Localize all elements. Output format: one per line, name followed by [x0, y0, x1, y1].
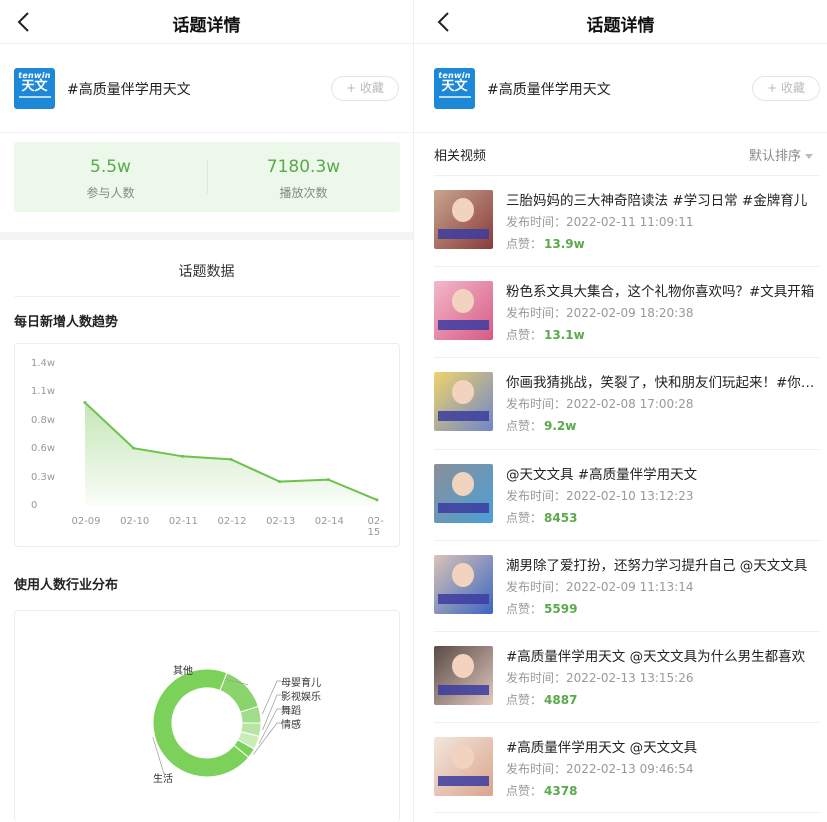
trend-title: 每日新增人数趋势	[14, 315, 119, 330]
trend-point	[229, 457, 233, 461]
stat-participants: 5.5w 参与人数	[86, 157, 135, 200]
video-thumbnail[interactable]	[434, 646, 493, 705]
video-title[interactable]: #高质量伴学用天文 @天文文具为什么男生都喜欢	[506, 645, 820, 665]
video-title[interactable]: 你画我猜挑战，笑裂了，快和朋友们玩起来！#你画我猜	[506, 371, 820, 391]
video-likes: 点赞： 5599	[506, 601, 578, 616]
video-publish-time: 发布时间：2022-02-09 18:20:38	[506, 306, 694, 321]
navbar: 话题详情	[0, 0, 413, 44]
page-title: 话题详情	[586, 16, 655, 36]
related-title: 相关视频	[434, 149, 487, 164]
topic-name: #高质量伴学用天文	[487, 82, 611, 98]
stat-plays: 7180.3w 播放次数	[266, 157, 341, 200]
stats-panel: 5.5w 参与人数 7180.3w 播放次数	[14, 142, 400, 212]
trend-point	[132, 446, 136, 450]
video-item[interactable]: #高质量伴学用天文 @天文文具为什么男生都喜欢发布时间：2022-02-13 1…	[434, 631, 820, 722]
pie-label: 舞蹈	[281, 706, 301, 717]
y-tick-label: 1.4w	[31, 358, 56, 369]
pie-slice	[219, 672, 259, 713]
video-item[interactable]: 你画我猜挑战，笑裂了，快和朋友们玩起来！#你画我猜发布时间：2022-02-08…	[434, 357, 820, 448]
video-title[interactable]: 潮男除了爱打扮，还努力学习提升自己 @天文文具	[506, 554, 820, 574]
pie-label: 母婴育儿	[281, 678, 321, 689]
x-tick-label: 02-15	[367, 516, 384, 538]
navbar: 话题详情	[414, 0, 827, 44]
video-thumbnail[interactable]	[434, 281, 493, 341]
trend-chart: 0 0.3w 0.6w 0.8w 1.1w 1.4w 02-09 02-10 02-11 02-1…	[14, 343, 400, 547]
topic-data-pane: 话题详情 tenwin 天文 #高质量伴学用天文 + 收藏 5.5w 参与人数 …	[0, 0, 413, 822]
trend-area	[85, 402, 377, 506]
video-likes: 点赞： 13.9w	[506, 237, 585, 251]
x-tick-label: 02-14	[314, 516, 344, 527]
y-tick-label: 0.6w	[31, 443, 56, 455]
video-publish-time: 发布时间：2022-02-10 13:12:23	[506, 488, 694, 503]
pie-label: 情感	[281, 720, 301, 731]
trend-point	[326, 478, 330, 482]
section-title: 话题数据	[178, 264, 235, 280]
pie-label: 影视娱乐	[281, 692, 321, 703]
industry-title: 使用人数行业分布	[14, 578, 119, 593]
video-title[interactable]: @天文文具 #高质量伴学用天文	[506, 463, 820, 483]
video-likes: 点赞： 9.2w	[506, 419, 577, 434]
favorite-button[interactable]: + 收藏	[752, 76, 820, 101]
sort-dropdown[interactable]: 默认排序	[749, 145, 813, 164]
favorite-button[interactable]: + 收藏	[331, 76, 399, 101]
video-likes: 点赞： 4378	[506, 784, 578, 799]
video-thumbnail[interactable]	[434, 554, 493, 614]
trend-point	[375, 498, 379, 502]
pie-label: 生活	[153, 774, 173, 785]
page-title: 话题详情	[172, 16, 241, 36]
trend-point	[83, 401, 87, 405]
related-videos-pane: 话题详情 tenwin 天文 #高质量伴学用天文 + 收藏 相关视频 默认排序 …	[414, 0, 827, 822]
video-title[interactable]: #高质量伴学用天文 @天文文具	[506, 736, 820, 756]
video-thumbnail[interactable]	[434, 463, 493, 523]
trend-point	[278, 480, 282, 484]
video-publish-time: 发布时间：2022-02-09 11:13:14	[506, 579, 694, 594]
x-tick-label: 02-09	[71, 516, 101, 527]
topic-name: #高质量伴学用天文	[67, 82, 191, 98]
video-likes: 点赞： 13.1w	[506, 328, 585, 343]
industry-pie-svg	[152, 668, 281, 778]
brand-logo: tenwin 天文	[434, 68, 475, 109]
y-tick-label: 0.3w	[31, 471, 56, 483]
x-tick-label: 02-13	[266, 516, 296, 527]
y-tick-label: 0.8w	[31, 414, 56, 426]
video-item[interactable]: @天文文具 #高质量伴学用天文发布时间：2022-02-10 13:12:23 点…	[434, 448, 820, 540]
industry-chart: 其他母婴育儿影视娱乐舞蹈情感生活	[14, 610, 400, 822]
video-title[interactable]: 三胎妈妈的三大神奇陪读法 #学习日常 #金牌育儿	[506, 189, 820, 209]
video-item[interactable]: 三胎妈妈的三大神奇陪读法 #学习日常 #金牌育儿发布时间：2022-02-11 …	[434, 175, 820, 266]
y-tick-label: 1.1w	[31, 386, 56, 398]
video-title[interactable]: 粉色系文具大集合，这个礼物你喜欢吗？#文具开箱	[506, 280, 820, 300]
video-likes: 点赞： 8453	[506, 510, 578, 525]
video-item[interactable]: 粉色系文具大集合，这个礼物你喜欢吗？#文具开箱发布时间：2022-02-09 1…	[434, 266, 820, 357]
video-thumbnail[interactable]	[434, 737, 493, 797]
video-publish-time: 发布时间：2022-02-13 09:46:54	[506, 762, 694, 777]
video-publish-time: 发布时间：2022-02-13 13:15:26	[506, 671, 694, 685]
video-item[interactable]: 潮男除了爱打扮，还努力学习提升自己 @天文文具发布时间：2022-02-09 1…	[434, 539, 820, 631]
x-tick-label: 02-12	[217, 516, 247, 527]
video-thumbnail[interactable]	[434, 190, 493, 249]
x-tick-label: 02-10	[120, 516, 150, 527]
video-publish-time: 发布时间：2022-02-11 11:09:11	[506, 215, 694, 229]
brand-logo: tenwin 天文	[14, 68, 55, 109]
pie-label: 其他	[173, 666, 193, 677]
caret-down-icon	[805, 154, 813, 159]
pie-leader-line	[262, 694, 281, 731]
video-item[interactable]: #高质量伴学用天文 @天文文具发布时间：2022-02-13 09:46:54 点…	[434, 722, 820, 813]
x-tick-label: 02-11	[168, 516, 198, 527]
video-likes: 点赞： 4887	[506, 693, 578, 707]
y-tick-label: 0	[31, 500, 38, 511]
trend-point	[180, 454, 184, 458]
video-publish-time: 发布时间：2022-02-08 17:00:28	[506, 397, 694, 412]
video-thumbnail[interactable]	[434, 372, 493, 432]
